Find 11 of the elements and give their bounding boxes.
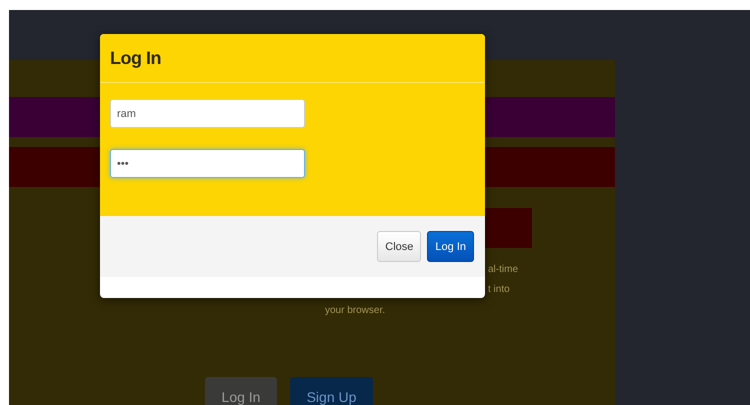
log-in-button[interactable]: Log In xyxy=(427,231,474,262)
banner-block xyxy=(485,208,532,248)
description-text: t into xyxy=(488,283,510,297)
username-field[interactable]: ram xyxy=(110,99,305,128)
description-text: your browser. xyxy=(325,304,386,318)
sign-up-button[interactable]: Sign Up xyxy=(290,377,373,405)
log-in-button[interactable]: Log In xyxy=(205,377,277,405)
password-field[interactable]: ••• xyxy=(110,149,305,178)
modal-title: Log In xyxy=(110,48,161,68)
close-button[interactable]: Close xyxy=(377,231,422,262)
description-text: al-time xyxy=(488,263,518,277)
